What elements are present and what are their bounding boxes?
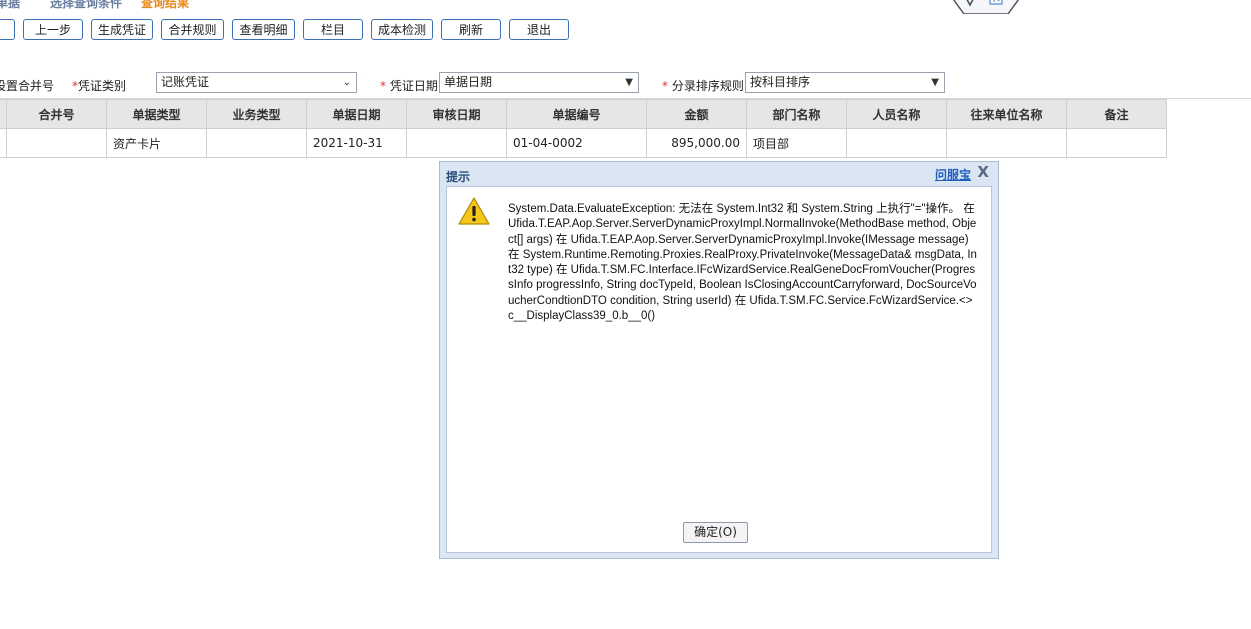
step-query-results[interactable]: 查询结果 bbox=[141, 0, 189, 11]
column-header-doc-no[interactable]: 单据编号 bbox=[506, 99, 647, 129]
previous-step-button[interactable]: 上一步 bbox=[23, 19, 83, 40]
cell-doc-no: 01-04-0002 bbox=[506, 128, 647, 158]
voucher-date-label: * 凭证日期 bbox=[380, 79, 438, 93]
error-message: System.Data.EvaluateException: 无法在 Syste… bbox=[508, 203, 977, 323]
dropdown-arrow-icon: ▼ bbox=[625, 77, 633, 88]
column-header-remark[interactable]: 备注 bbox=[1066, 99, 1167, 129]
cell-business-type bbox=[206, 128, 307, 158]
column-header-doc-type[interactable]: 单据类型 bbox=[106, 99, 207, 129]
close-icon[interactable]: X bbox=[977, 163, 989, 181]
error-dialog: 提示 问服宝 X System.Data.EvaluateException: … bbox=[439, 161, 999, 559]
voucher-date-select[interactable]: 单据日期 ▼ bbox=[439, 72, 639, 93]
exit-button[interactable]: 退出 bbox=[509, 19, 569, 40]
ok-button[interactable]: 确定(O) bbox=[683, 522, 748, 543]
results-table: 合并号 单据类型 业务类型 单据日期 审核日期 单据编号 金额 部门名称 人员名… bbox=[0, 99, 1167, 158]
column-header-partner[interactable]: 往来单位名称 bbox=[946, 99, 1067, 129]
merge-number-link[interactable]: 设置合并号 bbox=[0, 77, 54, 94]
voucher-type-label: *凭证类别 bbox=[72, 79, 127, 93]
table-header-row: 合并号 单据类型 业务类型 单据日期 审核日期 单据编号 金额 部门名称 人员名… bbox=[0, 99, 1167, 129]
step-documents[interactable]: 单据 bbox=[0, 0, 20, 11]
chevron-down-icon: ⌄ bbox=[342, 77, 351, 88]
cell-audit-date bbox=[406, 128, 507, 158]
voucher-options-form: 设置合并号 *凭证类别 记账凭证 ⌄ * 凭证日期 单据日期 ▼ * 分录排序规… bbox=[0, 72, 1000, 96]
refresh-button[interactable]: 刷新 bbox=[441, 19, 501, 40]
step-query-conditions[interactable]: 选择查询条件 bbox=[50, 0, 122, 11]
dialog-body: System.Data.EvaluateException: 无法在 Syste… bbox=[446, 186, 992, 553]
toolbar: 上一步 生成凭证 合并规则 查看明细 栏目 成本检测 刷新 退出 bbox=[0, 19, 600, 43]
cell-department: 项目部 bbox=[746, 128, 847, 158]
help-link[interactable]: 问服宝 bbox=[935, 166, 971, 183]
entry-sort-label: * 分录排序规则 bbox=[662, 79, 744, 93]
cost-check-button[interactable]: 成本检测 bbox=[371, 19, 433, 40]
brand-logo bbox=[952, 0, 1020, 14]
table-row[interactable]: 资产卡片 2021-10-31 01-04-0002 895,000.00 项目… bbox=[0, 128, 1167, 158]
cell-doc-date: 2021-10-31 bbox=[306, 128, 407, 158]
voucher-type-select[interactable]: 记账凭证 ⌄ bbox=[156, 72, 357, 93]
warning-icon bbox=[458, 197, 490, 225]
column-header-doc-date[interactable]: 单据日期 bbox=[306, 99, 407, 129]
cell-merge-no bbox=[6, 128, 107, 158]
column-header-merge-no[interactable]: 合并号 bbox=[6, 99, 107, 129]
column-header-department[interactable]: 部门名称 bbox=[746, 99, 847, 129]
cell-person bbox=[846, 128, 947, 158]
cell-amount: 895,000.00 bbox=[646, 128, 747, 158]
column-header-audit-date[interactable]: 审核日期 bbox=[406, 99, 507, 129]
column-header-person[interactable]: 人员名称 bbox=[846, 99, 947, 129]
view-details-button[interactable]: 查看明细 bbox=[232, 19, 295, 40]
column-header-amount[interactable]: 金额 bbox=[646, 99, 747, 129]
cell-remark bbox=[1066, 128, 1167, 158]
dropdown-arrow-icon: ▼ bbox=[931, 77, 939, 88]
column-header-business-type[interactable]: 业务类型 bbox=[206, 99, 307, 129]
cell-doc-type: 资产卡片 bbox=[106, 128, 207, 158]
columns-button[interactable]: 栏目 bbox=[303, 19, 363, 40]
merge-rules-button[interactable]: 合并规则 bbox=[161, 19, 224, 40]
cell-partner bbox=[946, 128, 1067, 158]
toolbar-button-cut[interactable] bbox=[0, 19, 15, 40]
entry-sort-select[interactable]: 按科目排序 ▼ bbox=[745, 72, 945, 93]
dialog-title: 提示 bbox=[446, 170, 471, 184]
generate-voucher-button[interactable]: 生成凭证 bbox=[91, 19, 153, 40]
